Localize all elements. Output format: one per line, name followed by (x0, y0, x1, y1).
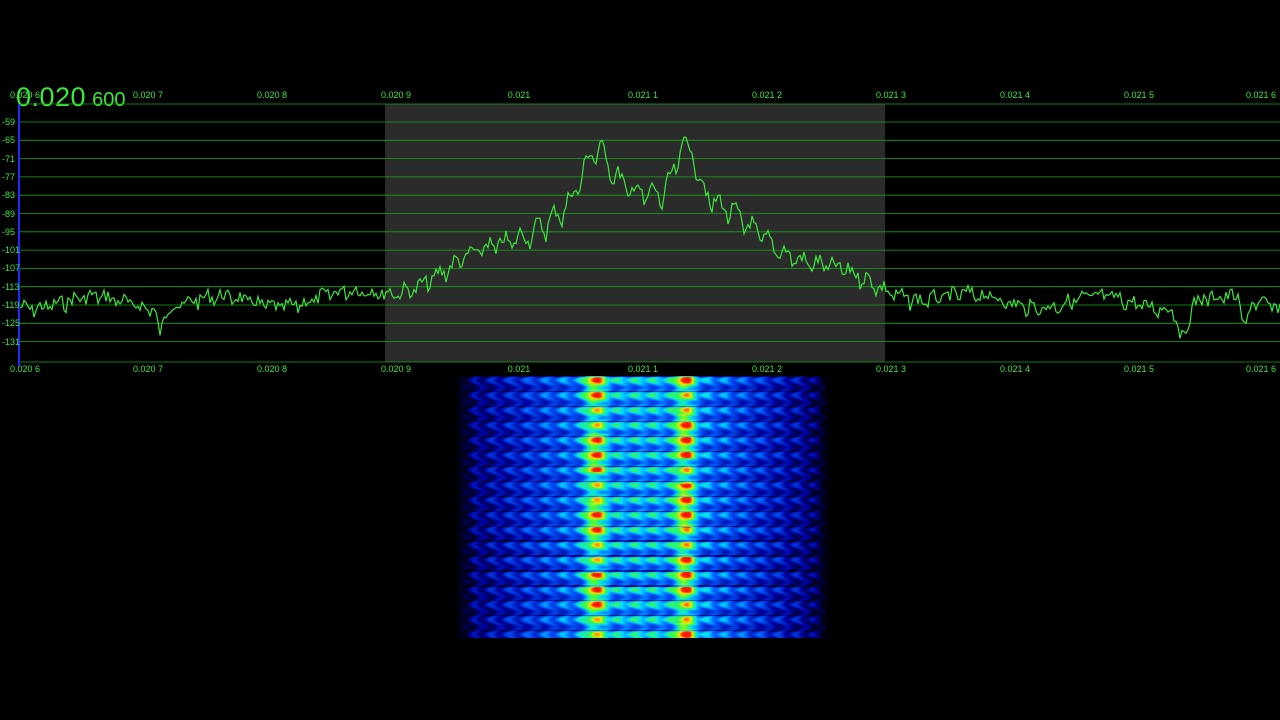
db-scale-label: -95 (2, 226, 16, 237)
db-scale-label: -59 (2, 117, 16, 127)
db-scale-label: -131 (2, 336, 21, 347)
db-scale-label: -71 (2, 153, 16, 164)
db-scale-label: -119 (2, 300, 20, 310)
waterfall-display[interactable] (455, 376, 830, 638)
spectrum-plot[interactable] (0, 0, 1280, 380)
db-scale-label: -101 (2, 245, 21, 256)
db-scale-label: -125 (2, 318, 21, 329)
db-scale: -59 -65 -71 -77 -83 -89 -95 -101 -107 -113 -119 -12… (0, 104, 21, 366)
db-scale-label: -89 (2, 208, 16, 219)
db-scale-label: -77 (2, 171, 16, 182)
db-scale-label: -65 (2, 135, 16, 146)
db-scale-label: -113 (2, 281, 20, 292)
db-scale-label: -107 (2, 263, 21, 274)
db-scale-label: -83 (2, 190, 16, 201)
